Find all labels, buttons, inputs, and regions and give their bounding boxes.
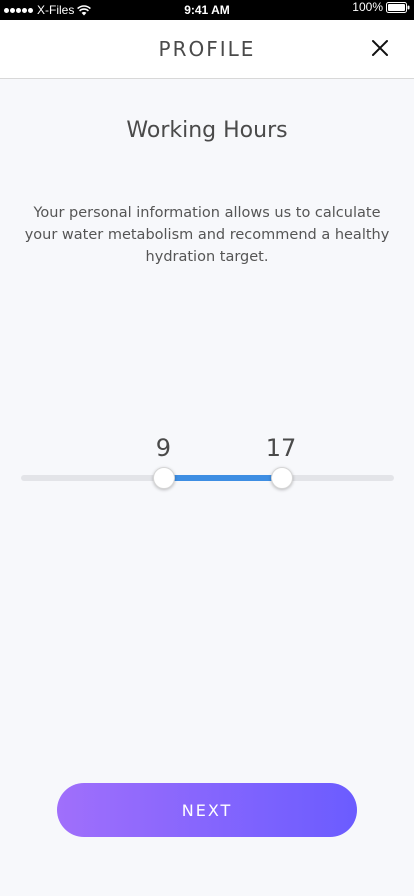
working-hours-slider[interactable]: 9 17 [0, 430, 414, 500]
next-button[interactable]: NEXT [57, 783, 357, 837]
page-title: PROFILE [158, 37, 256, 61]
section-title: Working Hours [126, 118, 288, 143]
close-icon[interactable] [368, 36, 392, 60]
description-text: Your personal information allows us to c… [24, 205, 390, 265]
slider-start-handle[interactable] [153, 467, 176, 489]
status-bar: X-Files 9:41 AM 100% [0, 0, 414, 20]
slider-range-fill [163, 475, 282, 481]
slider-end-handle[interactable] [271, 467, 294, 489]
slider-start-value: 9 [155, 434, 172, 462]
header: PROFILE [0, 20, 414, 79]
battery-icon [386, 1, 410, 13]
battery-percent: 100% [352, 0, 383, 14]
status-right: 100% [352, 0, 410, 14]
slider-end-value: 17 [265, 434, 297, 462]
